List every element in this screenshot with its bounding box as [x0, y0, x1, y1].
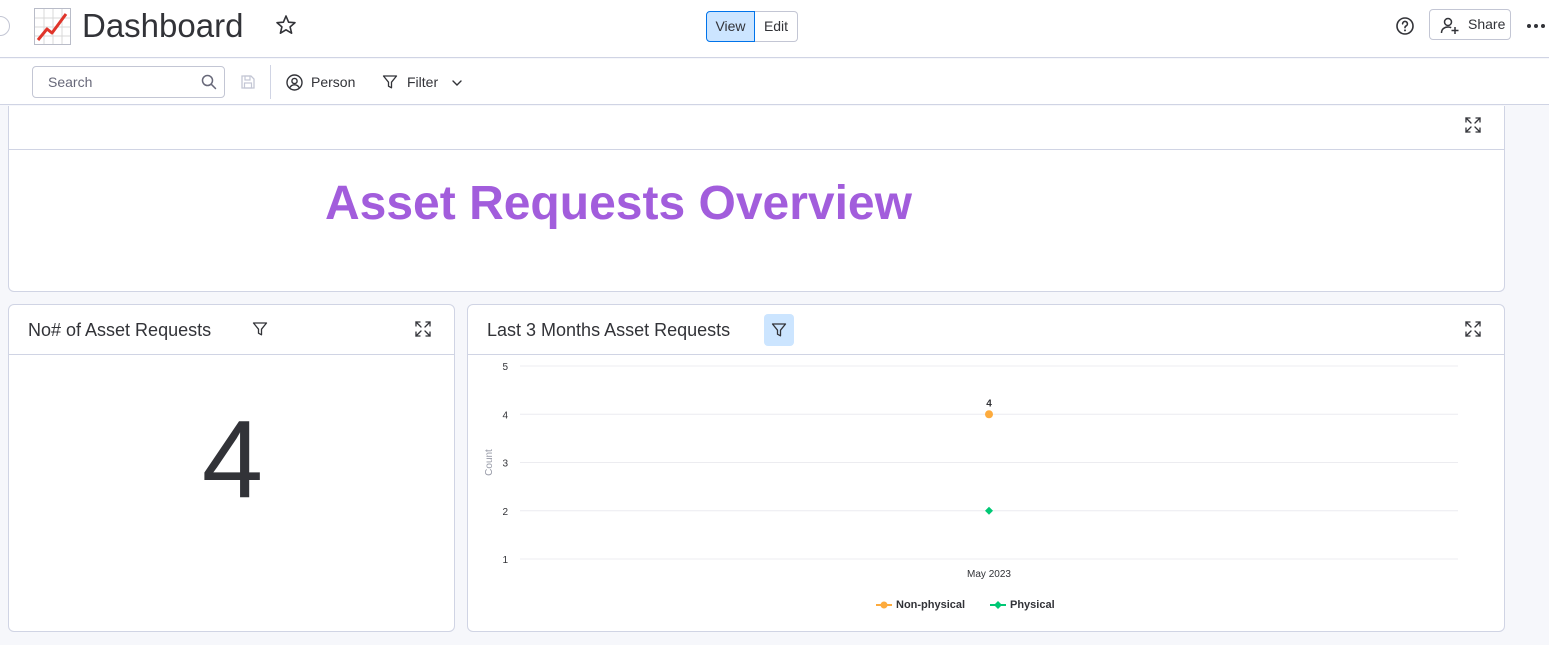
view-mode-button[interactable]: View	[706, 11, 755, 42]
count-widget: No# of Asset Requests 4	[8, 304, 455, 632]
expand-icon[interactable]	[415, 321, 431, 337]
chevron-down-icon[interactable]	[451, 77, 463, 89]
filter-label: Filter	[407, 74, 439, 90]
widget-header: No# of Asset Requests	[9, 305, 454, 355]
data-label: 4	[986, 398, 992, 409]
person-icon	[286, 74, 303, 91]
expand-icon[interactable]	[1465, 117, 1481, 133]
expand-icon[interactable]	[1465, 321, 1481, 337]
scatter-chart: 1 2 3 4 5 Count May 2023 4	[484, 362, 1458, 580]
y-tick-label: 1	[502, 555, 508, 566]
overview-heading: Asset Requests Overview	[325, 177, 912, 230]
filter-icon	[382, 75, 398, 89]
legend-label: Non-physical	[896, 599, 966, 611]
filter-icon[interactable]	[252, 321, 268, 337]
overview-widget: Asset Requests Overview	[8, 106, 1505, 292]
count-value: 4	[201, 398, 264, 521]
toolbar-divider	[270, 65, 271, 99]
edit-mode-button[interactable]: Edit	[755, 11, 798, 42]
legend-marker-icon	[990, 601, 1006, 609]
chart-widget: Last 3 Months Asset Requests 1 2 3 4 5 Count M…	[467, 304, 1505, 632]
chart-filter-button[interactable]	[764, 314, 794, 346]
widget-header	[9, 106, 1504, 150]
page-title: Dashboard	[82, 7, 244, 44]
widget-title: Last 3 Months Asset Requests	[487, 320, 731, 340]
save-icon[interactable]	[240, 74, 256, 90]
board-header: Dashboard View Edit Share	[0, 0, 1549, 58]
y-tick-label: 4	[502, 410, 508, 421]
filter-icon	[771, 323, 787, 337]
share-label: Share	[1468, 16, 1506, 32]
search-icon[interactable]	[201, 74, 217, 90]
legend-label: Physical	[1010, 599, 1055, 611]
y-tick-label: 3	[502, 459, 508, 470]
y-tick-label: 2	[502, 507, 508, 518]
data-point-non-physical	[985, 410, 993, 419]
share-button[interactable]: Share	[1429, 9, 1511, 40]
dashboard-toolbar: Person Filter	[0, 59, 1549, 105]
more-options-icon[interactable]	[1524, 16, 1548, 36]
x-tick-label: May 2023	[967, 569, 1011, 580]
y-axis-label: Count	[484, 449, 495, 476]
legend-marker-icon	[876, 601, 892, 609]
widget-header: Last 3 Months Asset Requests	[468, 305, 1504, 355]
sidebar-toggle-button[interactable]	[0, 16, 10, 36]
star-icon[interactable]	[275, 14, 297, 36]
help-icon[interactable]	[1395, 16, 1415, 36]
person-label: Person	[311, 74, 356, 90]
add-person-icon	[1440, 17, 1459, 34]
widget-title: No# of Asset Requests	[28, 320, 212, 340]
chart-trend-icon	[34, 8, 71, 45]
chart-legend: Non-physical Physical	[468, 597, 1506, 613]
data-point-physical	[985, 506, 993, 515]
y-tick-label: 5	[502, 362, 508, 373]
search-input[interactable]	[32, 66, 225, 98]
